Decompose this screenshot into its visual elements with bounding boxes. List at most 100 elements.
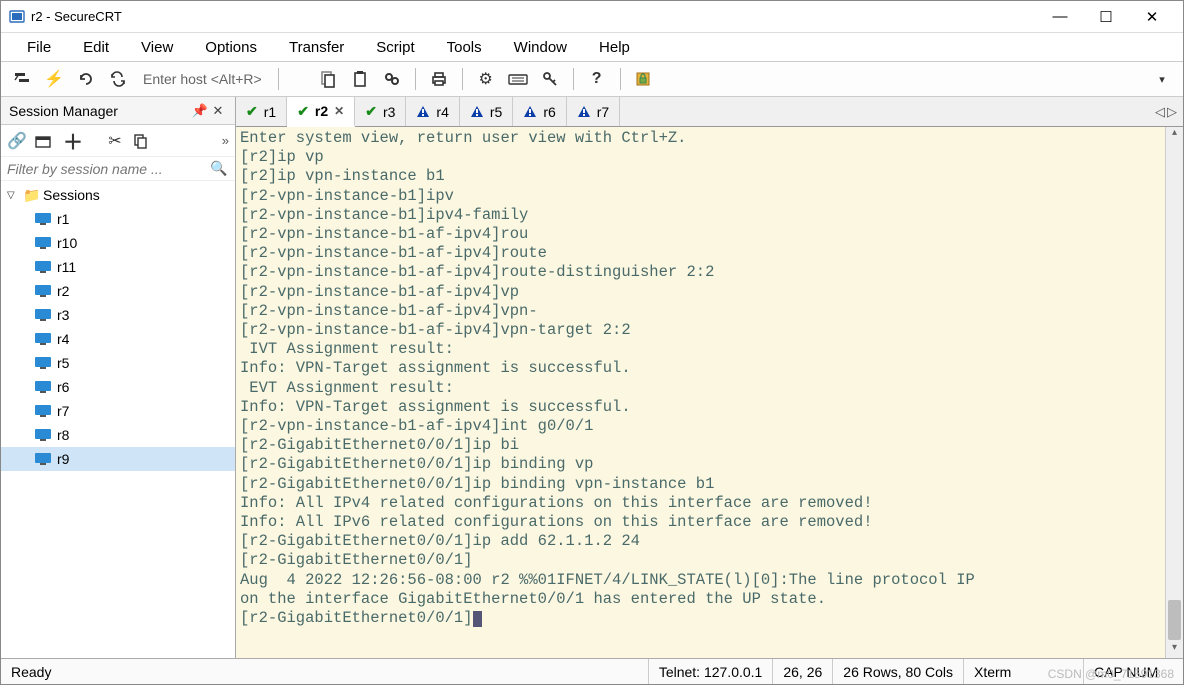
tab-prev-icon[interactable]: ◁	[1155, 104, 1165, 120]
status-cursor-pos: 26, 26	[772, 659, 832, 684]
scroll-down-icon[interactable]: ▾	[1166, 642, 1183, 658]
session-item-r5[interactable]: r5	[1, 351, 235, 375]
host-entry-hint[interactable]: Enter host <Alt+R>	[137, 71, 268, 87]
menu-window[interactable]: Window	[500, 37, 581, 58]
toolbar-separator	[462, 68, 463, 90]
check-icon: ✔	[365, 103, 377, 120]
menu-help[interactable]: Help	[585, 37, 644, 58]
menu-bar: FileEditViewOptionsTransferScriptToolsWi…	[1, 33, 1183, 61]
session-item-r4[interactable]: r4	[1, 327, 235, 351]
cut-icon[interactable]: ✂	[105, 131, 125, 151]
toolbar-separator	[415, 68, 416, 90]
tab-label: r6	[543, 104, 555, 120]
menu-edit[interactable]: Edit	[69, 37, 123, 58]
status-connection: Telnet: 127.0.0.1	[648, 659, 773, 684]
tab-r3[interactable]: ✔ r3	[355, 97, 406, 126]
tab-label: r3	[383, 104, 395, 120]
key-icon[interactable]	[537, 66, 563, 92]
monitor-icon	[35, 453, 57, 465]
quick-connect-icon[interactable]	[9, 66, 35, 92]
toolbar-separator	[573, 68, 574, 90]
reconnect-icon[interactable]	[73, 66, 99, 92]
toolbar-separator	[278, 68, 279, 90]
tab-r5[interactable]: r5	[460, 97, 513, 126]
paste-icon[interactable]	[347, 66, 373, 92]
tab-r6[interactable]: r6	[513, 97, 566, 126]
print-icon[interactable]	[426, 66, 452, 92]
tab-r2[interactable]: ✔ r2 ✕	[287, 97, 355, 127]
tab-next-icon[interactable]: ▷	[1167, 104, 1177, 120]
copy-icon[interactable]	[315, 66, 341, 92]
status-encoding: CAP NUM	[1083, 659, 1183, 684]
session-filter-input[interactable]	[7, 161, 209, 177]
monitor-icon	[35, 285, 57, 297]
new-tab-icon[interactable]	[35, 134, 55, 148]
monitor-icon	[35, 261, 57, 273]
title-bar: r2 - SecureCRT — ☐ ✕	[1, 1, 1183, 33]
session-tree: ▽📁Sessionsr1r10r11r2r3r4r5r6r7r8r9	[1, 181, 235, 658]
status-term-type: Xterm	[963, 659, 1083, 684]
keyboard-icon[interactable]	[505, 66, 531, 92]
session-item-r1[interactable]: r1	[1, 207, 235, 231]
session-item-r9[interactable]: r9	[1, 447, 235, 471]
link-icon[interactable]: 🔗	[7, 131, 27, 151]
menu-script[interactable]: Script	[362, 37, 428, 58]
settings-icon[interactable]: ⚙	[473, 66, 499, 92]
scroll-up-icon[interactable]: ▴	[1166, 127, 1183, 143]
session-manager-toolbar: 🔗 ＋ ✂ »	[1, 125, 235, 157]
tab-label: r4	[436, 104, 448, 120]
tab-label: r1	[264, 104, 276, 120]
add-icon[interactable]: ＋	[63, 126, 83, 155]
warning-icon	[416, 105, 430, 119]
tab-close-icon[interactable]: ✕	[334, 104, 344, 118]
lightning-icon[interactable]: ⚡	[41, 66, 67, 92]
menu-view[interactable]: View	[127, 37, 187, 58]
help-icon[interactable]: ?	[584, 66, 610, 92]
minimize-button[interactable]: —	[1037, 2, 1083, 32]
monitor-icon	[35, 405, 57, 417]
search-icon[interactable]: 🔍	[209, 160, 229, 177]
tab-r4[interactable]: r4	[406, 97, 459, 126]
session-item-r3[interactable]: r3	[1, 303, 235, 327]
chevron-right-icon[interactable]: »	[222, 133, 229, 148]
menu-options[interactable]: Options	[191, 37, 271, 58]
tab-label: r2	[315, 103, 328, 119]
tab-label: r5	[490, 104, 502, 120]
terminal-output[interactable]: Enter system view, return user view with…	[236, 127, 1165, 658]
panel-close-icon[interactable]: ✕	[209, 103, 227, 119]
session-manager-header: Session Manager 📌 ✕	[1, 97, 235, 125]
toolbar-overflow-icon[interactable]: ▾	[1149, 66, 1175, 92]
tab-label: r7	[597, 104, 609, 120]
scrollbar-thumb[interactable]	[1168, 600, 1181, 640]
session-item-r10[interactable]: r10	[1, 231, 235, 255]
tree-root-sessions[interactable]: ▽📁Sessions	[1, 183, 235, 207]
pin-icon[interactable]: 📌	[191, 103, 209, 119]
vertical-scrollbar[interactable]: ▴ ▾	[1165, 127, 1183, 658]
tab-r7[interactable]: r7	[567, 97, 620, 126]
session-manager-title: Session Manager	[9, 103, 118, 119]
session-item-r11[interactable]: r11	[1, 255, 235, 279]
monitor-icon	[35, 381, 57, 393]
session-item-r8[interactable]: r8	[1, 423, 235, 447]
warning-icon	[470, 105, 484, 119]
session-item-r7[interactable]: r7	[1, 399, 235, 423]
warning-icon	[523, 105, 537, 119]
status-ready: Ready	[1, 659, 236, 684]
copy-session-icon[interactable]	[133, 133, 153, 149]
check-icon: ✔	[297, 103, 309, 120]
session-item-r6[interactable]: r6	[1, 375, 235, 399]
menu-transfer[interactable]: Transfer	[275, 37, 358, 58]
tab-r1[interactable]: ✔r1	[236, 97, 287, 126]
lock-session-icon[interactable]	[631, 66, 657, 92]
close-button[interactable]: ✕	[1129, 2, 1175, 32]
menu-file[interactable]: File	[13, 37, 65, 58]
warning-icon	[577, 105, 591, 119]
menu-tools[interactable]: Tools	[433, 37, 496, 58]
maximize-button[interactable]: ☐	[1083, 2, 1129, 32]
terminal-cursor	[473, 611, 482, 627]
reconnect-all-icon[interactable]	[105, 66, 131, 92]
find-icon[interactable]	[379, 66, 405, 92]
monitor-icon	[35, 429, 57, 441]
monitor-icon	[35, 237, 57, 249]
session-item-r2[interactable]: r2	[1, 279, 235, 303]
